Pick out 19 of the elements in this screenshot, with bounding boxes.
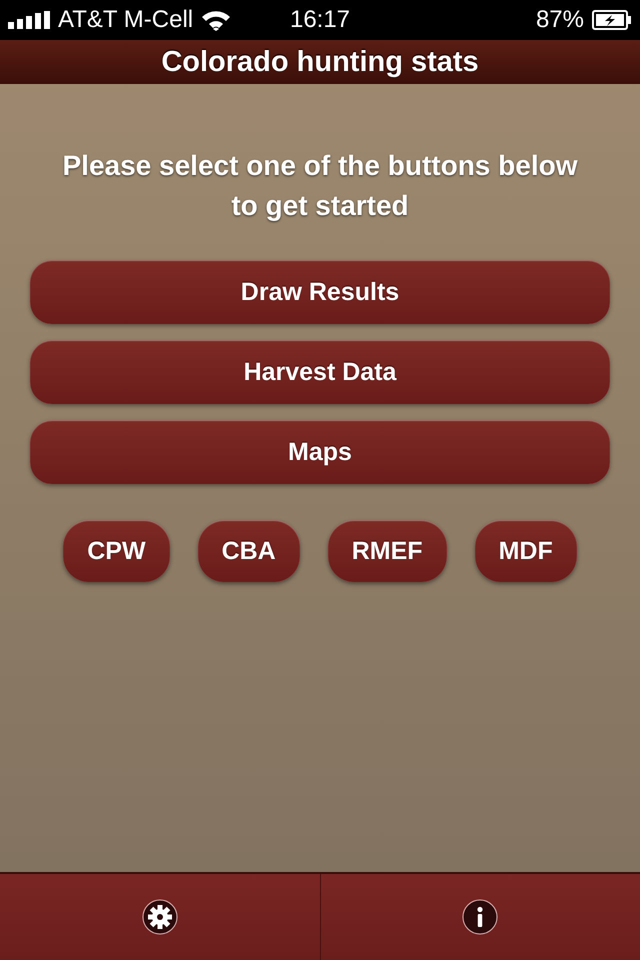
battery-percent: 87% [536,6,584,34]
signal-icon [8,11,50,29]
link-button[interactable]: RMEF [328,520,447,582]
screen-title: Colorado hunting stats [161,46,479,78]
info-icon [462,899,498,935]
instruction-text: Please select one of the buttons below to get started [62,149,578,223]
carrier-name: AT&T M-Cell [58,6,194,34]
link-button[interactable]: CBA [198,520,300,582]
link-button[interactable]: CPW [63,520,170,582]
settings-icon [142,899,178,935]
info-tab[interactable] [320,874,640,960]
status-time: 16:17 [290,6,350,34]
menu-button[interactable]: Draw Results [30,260,610,324]
menu-button[interactable]: Harvest Data [30,340,610,404]
link-button[interactable]: MDF [474,520,577,582]
settings-tab[interactable] [0,874,320,960]
wifi-icon [201,9,232,31]
battery-icon [592,10,632,30]
menu-button[interactable]: Maps [30,420,610,484]
